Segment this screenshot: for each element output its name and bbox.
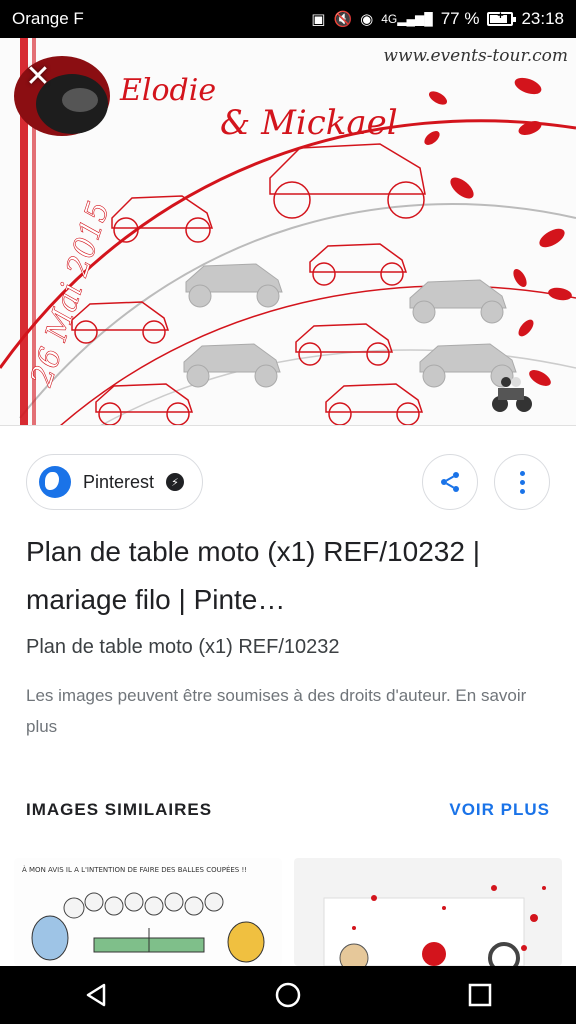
similar-image-thumbnail[interactable] [294,858,562,966]
watermark-text: www.events-tour.com [383,46,568,66]
copyright-notice[interactable]: Les images peuvent être soumises à des d… [26,680,550,742]
wedding-moto-decoration-photo [323,885,546,966]
result-subtitle: Plan de table moto (x1) REF/10232 [26,636,340,658]
recents-icon [468,983,492,1007]
result-image[interactable]: Elodie & Mickael 26 Mai 2015 www.events-… [0,38,576,426]
more-vert-icon [519,470,525,494]
status-icons: ▣ 🔇 ◉ 4G ▂▄▆█ 77 % + 23:18 [311,9,564,29]
system-navigation-bar [0,966,576,1024]
globe-icon [39,466,71,498]
nfc-icon: ▣ [311,11,326,28]
source-chip[interactable]: Pinterest ⚡ [26,454,204,510]
share-icon [441,472,459,492]
cartoon-ping-pong-illustration: À MON AVIS IL A L'INTENTION DE FAIRE DES… [22,865,265,963]
amp-lightning-icon: ⚡ [166,473,185,491]
network-type-label: 4G [381,12,398,26]
more-options-button[interactable] [494,454,550,510]
similar-images-heading: IMAGES SIMILAIRES [26,800,213,819]
home-icon [275,982,301,1008]
similar-image-thumbnail[interactable]: À MON AVIS IL A L'INTENTION DE FAIRE DES… [14,858,282,966]
home-button[interactable] [258,966,318,1024]
source-name: Pinterest [83,471,155,492]
back-button[interactable] [66,966,126,1024]
back-icon [86,983,106,1007]
eye-icon: ◉ [360,11,374,28]
similar-images-header: IMAGES SIMILAIRES VOIR PLUS [26,800,550,820]
mute-icon: 🔇 [333,11,353,28]
couple-names-text: Elodie [119,73,216,108]
result-title[interactable]: Plan de table moto (x1) REF/10232 | mari… [26,528,556,624]
close-icon: ✕ [25,59,51,93]
signal-icon: 4G ▂▄▆█ [381,12,433,26]
thumb1-caption: À MON AVIS IL A L'INTENTION DE FAIRE DES… [22,865,247,874]
wedding-table-plan-illustration: Elodie & Mickael 26 Mai 2015 [0,38,576,425]
recents-button[interactable] [450,966,510,1024]
clock: 23:18 [521,9,564,28]
battery-percent: 77 % [440,9,480,28]
see-more-link[interactable]: VOIR PLUS [449,800,550,820]
battery-icon: + [487,10,517,26]
share-button[interactable] [422,454,478,510]
source-row: Pinterest ⚡ [26,454,550,510]
close-button[interactable]: ✕ [18,56,58,96]
carrier-label: Orange F [12,9,84,28]
status-bar: Orange F ▣ 🔇 ◉ 4G ▂▄▆█ 77 % + 23:18 [0,0,576,38]
svg-text:& Mickael: & Mickael [220,103,398,143]
